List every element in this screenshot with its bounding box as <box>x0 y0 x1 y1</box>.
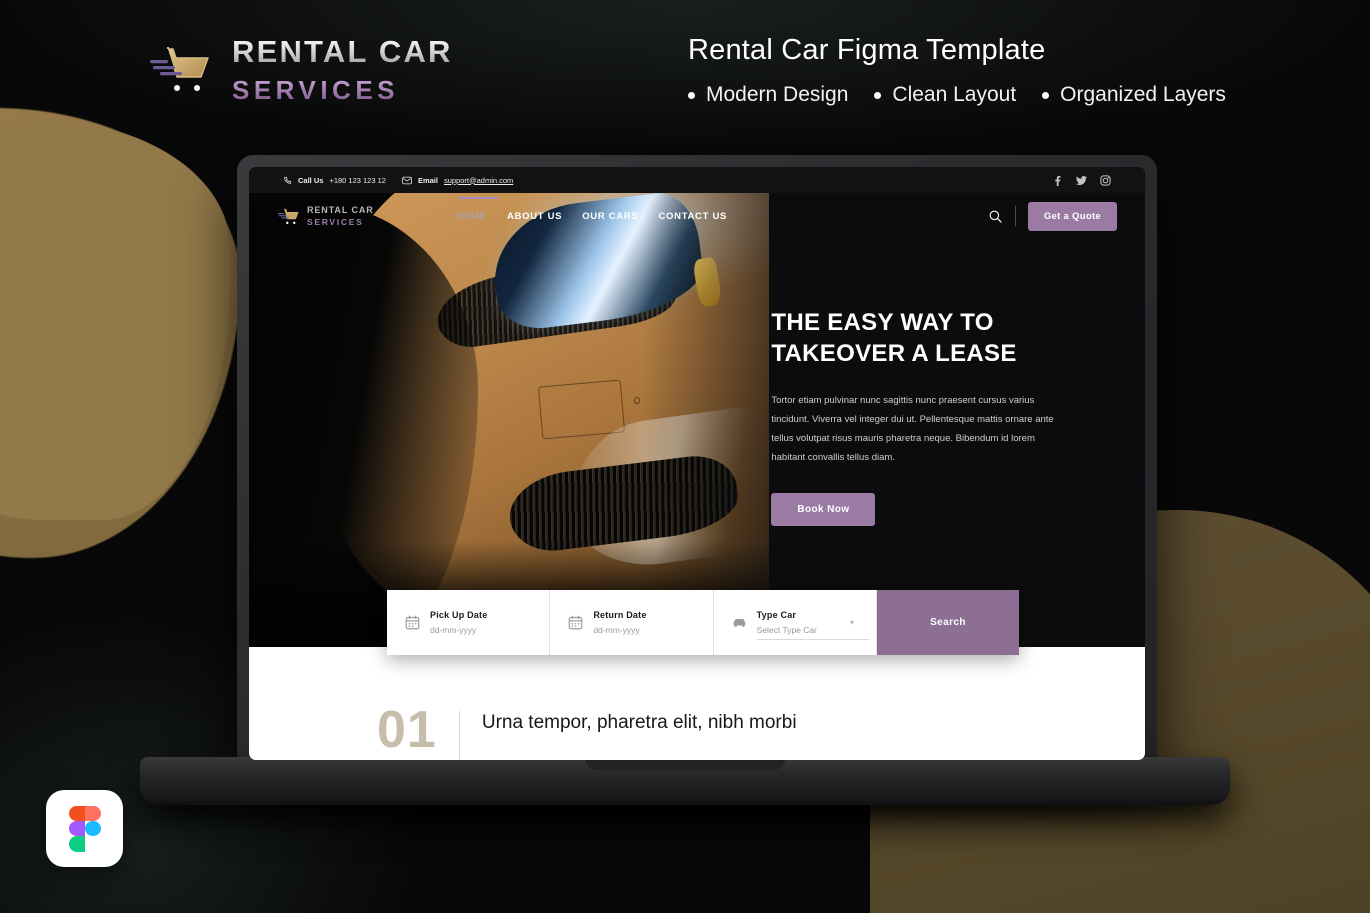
laptop-mockup: Call Us +180 123 123 12 Email support@ad… <box>140 155 1230 813</box>
car-bumper-sensor <box>633 397 640 405</box>
step-number: 01 <box>377 701 437 759</box>
brand-name-secondary: SERVICES <box>232 77 453 103</box>
shopping-cart-logo-icon <box>148 43 216 97</box>
navbar-brand[interactable]: RENTAL CAR SERVICES <box>277 204 374 227</box>
navbar-brand-text: RENTAL CAR SERVICES <box>307 204 374 227</box>
booking-field-value[interactable]: Select Type Car <box>757 625 817 635</box>
car-icon <box>732 615 747 630</box>
hero-heading-line-1: THE EASY WAY TO <box>771 309 994 336</box>
brand-text: RENTAL CAR SERVICES <box>232 36 453 103</box>
car-bumper-plate <box>537 379 626 440</box>
promo-feature-item: Organized Layers <box>1042 83 1226 107</box>
navbar-brand-primary: RENTAL CAR <box>307 204 374 215</box>
booking-field-label: Pick Up Date <box>430 610 488 620</box>
booking-field-label: Return Date <box>593 610 647 620</box>
select-underline <box>756 639 869 640</box>
booking-field-type-car[interactable]: Type Car Select Type Car ▾ <box>714 590 877 655</box>
booking-field-value[interactable]: dd-mm-yyyy <box>430 625 487 635</box>
booking-field-value[interactable]: dd-mm-yyyy <box>593 625 646 635</box>
booking-search-bar: Pick Up Date dd-mm-yyyy Return Date dd-m… <box>387 590 1019 655</box>
figma-shape-middle-right <box>84 820 101 837</box>
promo-title: Rental Car Figma Template <box>688 34 1046 66</box>
figma-shape-top-left <box>68 805 85 821</box>
site-topbar: Call Us +180 123 123 12 Email support@ad… <box>249 167 1145 193</box>
figma-logo-icon <box>68 805 101 852</box>
twitter-icon[interactable] <box>1076 175 1087 186</box>
topbar-social-group <box>1052 174 1111 186</box>
topbar-phone[interactable]: Call Us +180 123 123 12 <box>283 176 386 185</box>
figma-badge[interactable] <box>46 790 123 867</box>
laptop-screen: Call Us +180 123 123 12 Email support@ad… <box>249 167 1145 760</box>
topbar-email-address[interactable]: support@admin.com <box>444 176 513 185</box>
promo-header: RENTAL CAR SERVICES Rental Car Figma Tem… <box>0 0 1370 150</box>
chevron-down-icon[interactable]: ▾ <box>850 618 858 627</box>
hero-heading: THE EASY WAY TO TAKEOVER A LEASE <box>771 307 1103 369</box>
promo-feature-item: Modern Design <box>688 83 848 107</box>
topbar-email-label: Email <box>417 175 438 185</box>
instagram-icon[interactable] <box>1100 174 1111 186</box>
promo-feature-label: Organized Layers <box>1060 83 1226 106</box>
nav-link-contact-us[interactable]: CONTACT US <box>658 206 727 227</box>
nav-link-home[interactable]: HOME <box>456 196 499 227</box>
promo-copy: Rental Car Figma Template Modern Design … <box>688 34 1226 107</box>
navbar-brand-secondary: SERVICES <box>307 216 364 227</box>
nav-link-about-us[interactable]: ABOUT US <box>507 206 562 227</box>
site-navbar: RENTAL CAR SERVICES HOME ABOUT US OUR CA… <box>249 193 1145 239</box>
booking-field-pickup-date[interactable]: Pick Up Date dd-mm-yyyy <box>387 590 551 655</box>
step-text: Urna tempor, pharetra elit, nibh morbi <box>481 712 797 733</box>
promo-feature-item: Clean Layout <box>874 83 1016 107</box>
search-icon[interactable] <box>988 209 1003 224</box>
brand-lockup: RENTAL CAR SERVICES <box>148 36 453 103</box>
topbar-email[interactable]: Email support@admin.com <box>402 176 513 185</box>
booking-field-text: Return Date dd-mm-yyyy <box>593 610 646 635</box>
figma-shape-middle-left <box>68 820 85 837</box>
get-a-quote-button[interactable]: Get a Quote <box>1027 201 1117 231</box>
figma-shape-bottom-left <box>68 836 85 852</box>
topbar-phone-label: Call Us <box>298 175 324 185</box>
hero-heading-line-2: TAKEOVER A LEASE <box>771 340 1017 368</box>
topbar-phone-number: +180 123 123 12 <box>329 175 386 185</box>
nav-link-our-cars[interactable]: OUR CARS <box>582 206 638 227</box>
laptop-lid: Call Us +180 123 123 12 Email support@ad… <box>237 155 1157 770</box>
features-section: 01 Urna tempor, pharetra elit, nibh morb… <box>249 647 1145 760</box>
topbar-contact-group: Call Us +180 123 123 12 Email support@ad… <box>283 176 513 185</box>
mail-icon <box>402 176 412 184</box>
navbar-actions: Get a Quote <box>988 201 1117 231</box>
brand-name-primary: RENTAL CAR <box>232 34 453 69</box>
calendar-icon <box>405 615 420 630</box>
hero-paragraph: Tortor etiam pulvinar nunc sagittis nunc… <box>771 395 1054 464</box>
laptop-base <box>140 757 1230 805</box>
bullet-dot-icon <box>874 91 882 99</box>
calendar-icon <box>568 615 583 630</box>
promo-feature-list: Modern Design Clean Layout Organized Lay… <box>688 83 1226 107</box>
promo-feature-label: Modern Design <box>706 83 849 106</box>
navbar-divider <box>1014 206 1016 226</box>
feature-step-row: 01 Urna tempor, pharetra elit, nibh morb… <box>377 701 797 760</box>
booking-field-return-date[interactable]: Return Date dd-mm-yyyy <box>550 590 714 655</box>
bullet-dot-icon <box>1042 91 1050 99</box>
book-now-button[interactable]: Book Now <box>771 493 876 527</box>
phone-icon <box>284 176 292 184</box>
booking-field-text: Type Car Select Type Car <box>756 610 869 640</box>
bullet-dot-icon <box>688 91 695 99</box>
booking-field-label: Type Car <box>756 610 797 620</box>
step-divider <box>458 711 460 760</box>
navbar-links: HOME ABOUT US OUR CARS CONTACT US <box>456 196 727 227</box>
booking-search-button[interactable]: Search <box>876 590 1019 655</box>
promo-feature-label: Clean Layout <box>892 83 1017 106</box>
hero-copy: THE EASY WAY TO TAKEOVER A LEASE Tortor … <box>771 307 1103 527</box>
booking-field-text: Pick Up Date dd-mm-yyyy <box>430 610 487 635</box>
figma-shape-top-right <box>84 805 101 821</box>
facebook-icon[interactable] <box>1052 175 1063 186</box>
shopping-cart-logo-icon <box>277 207 301 226</box>
